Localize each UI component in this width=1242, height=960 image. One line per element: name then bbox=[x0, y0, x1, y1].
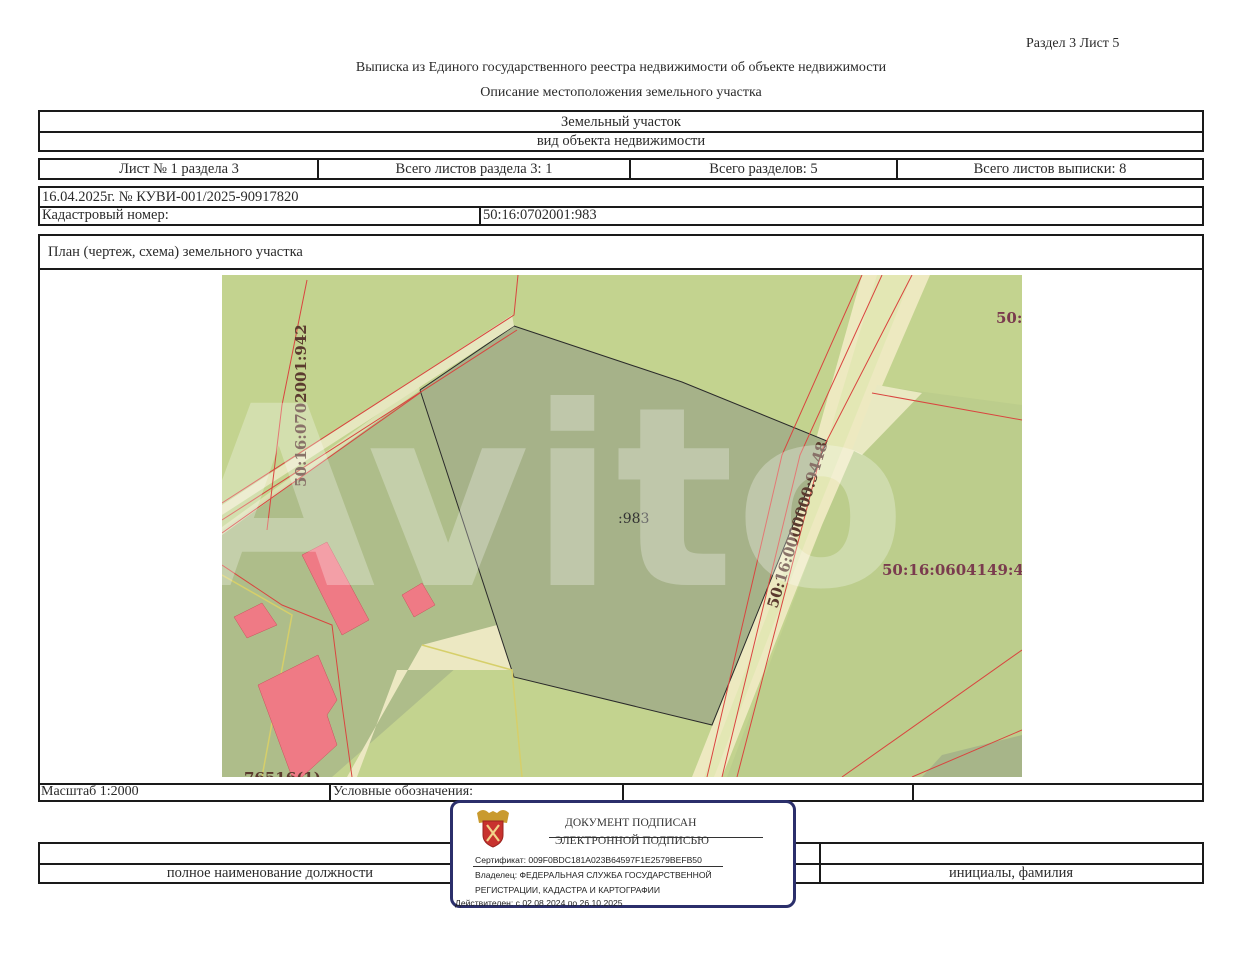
sheet-info-row: Лист № 1 раздела 3 Всего листов раздела … bbox=[38, 158, 1204, 180]
parcel-top-right-label: 50: bbox=[996, 309, 1022, 327]
scale-label: Масштаб 1:2000 bbox=[41, 784, 139, 799]
object-type: Земельный участок bbox=[561, 113, 681, 130]
date-number: 16.04.2025г. № КУВИ-001/2025-90917820 bbox=[42, 189, 299, 205]
name-caption: инициалы, фамилия bbox=[948, 864, 1074, 881]
legend-label: Условные обозначения: bbox=[333, 784, 474, 799]
object-type-caption: вид объекта недвижимости bbox=[536, 132, 706, 149]
section-sheet-label: Раздел 3 Лист 5 bbox=[1026, 36, 1120, 51]
electronic-signature-stamp: ДОКУМЕНТ ПОДПИСАН ЭЛЕКТРОННОЙ ПОДПИСЬЮ С… bbox=[450, 800, 796, 908]
sheet-number: Лист № 1 раздела 3 bbox=[119, 160, 239, 177]
object-type-table: Земельный участок вид объекта недвижимос… bbox=[38, 110, 1204, 152]
stamp-line-1: ДОКУМЕНТ ПОДПИСАН bbox=[565, 817, 697, 829]
emblem-icon bbox=[477, 810, 509, 848]
position-caption: полное наименование должности bbox=[166, 864, 374, 881]
cadastral-number: 50:16:0702001:983 bbox=[483, 207, 597, 223]
stamp-certificate: Сертификат: 009F0BDC181A023B64597F1E2579… bbox=[475, 855, 702, 865]
stamp-validity: Действителен: с 02.08.2024 по 26.10.2025 bbox=[455, 898, 623, 908]
stamp-owner-2: РЕГИСТРАЦИИ, КАДАСТРА И КАРТОГРАФИИ bbox=[475, 885, 661, 895]
bottom-left-label: 76516(1) bbox=[244, 769, 321, 777]
plan-heading: План (чертеж, схема) земельного участка bbox=[48, 244, 303, 260]
cadastral-map: :983 50:16:0702001:942 50:16:0000000:944… bbox=[222, 275, 1022, 777]
document-info-table: 16.04.2025г. № КУВИ-001/2025-90917820 Ка… bbox=[38, 186, 1204, 226]
plan-frame: План (чертеж, схема) земельного участка bbox=[38, 234, 1204, 802]
stamp-owner-1: Владелец: ФЕДЕРАЛЬНАЯ СЛУЖБА ГОСУДАРСТВЕ… bbox=[475, 870, 712, 880]
avito-watermark: Avito bbox=[222, 353, 907, 644]
cadastral-label: Кадастровый номер: bbox=[42, 207, 169, 223]
document-title: Выписка из Единого государственного реес… bbox=[355, 60, 887, 75]
stamp-line-2: ЭЛЕКТРОННОЙ ПОДПИСЬЮ bbox=[555, 835, 709, 847]
total-sections: Всего разделов: 5 bbox=[709, 160, 818, 177]
total-extract-sheets: Всего листов выписки: 8 bbox=[973, 160, 1127, 177]
document-subtitle: Описание местоположения земельного участ… bbox=[480, 85, 762, 100]
total-section-sheets: Всего листов раздела 3: 1 bbox=[395, 160, 553, 177]
